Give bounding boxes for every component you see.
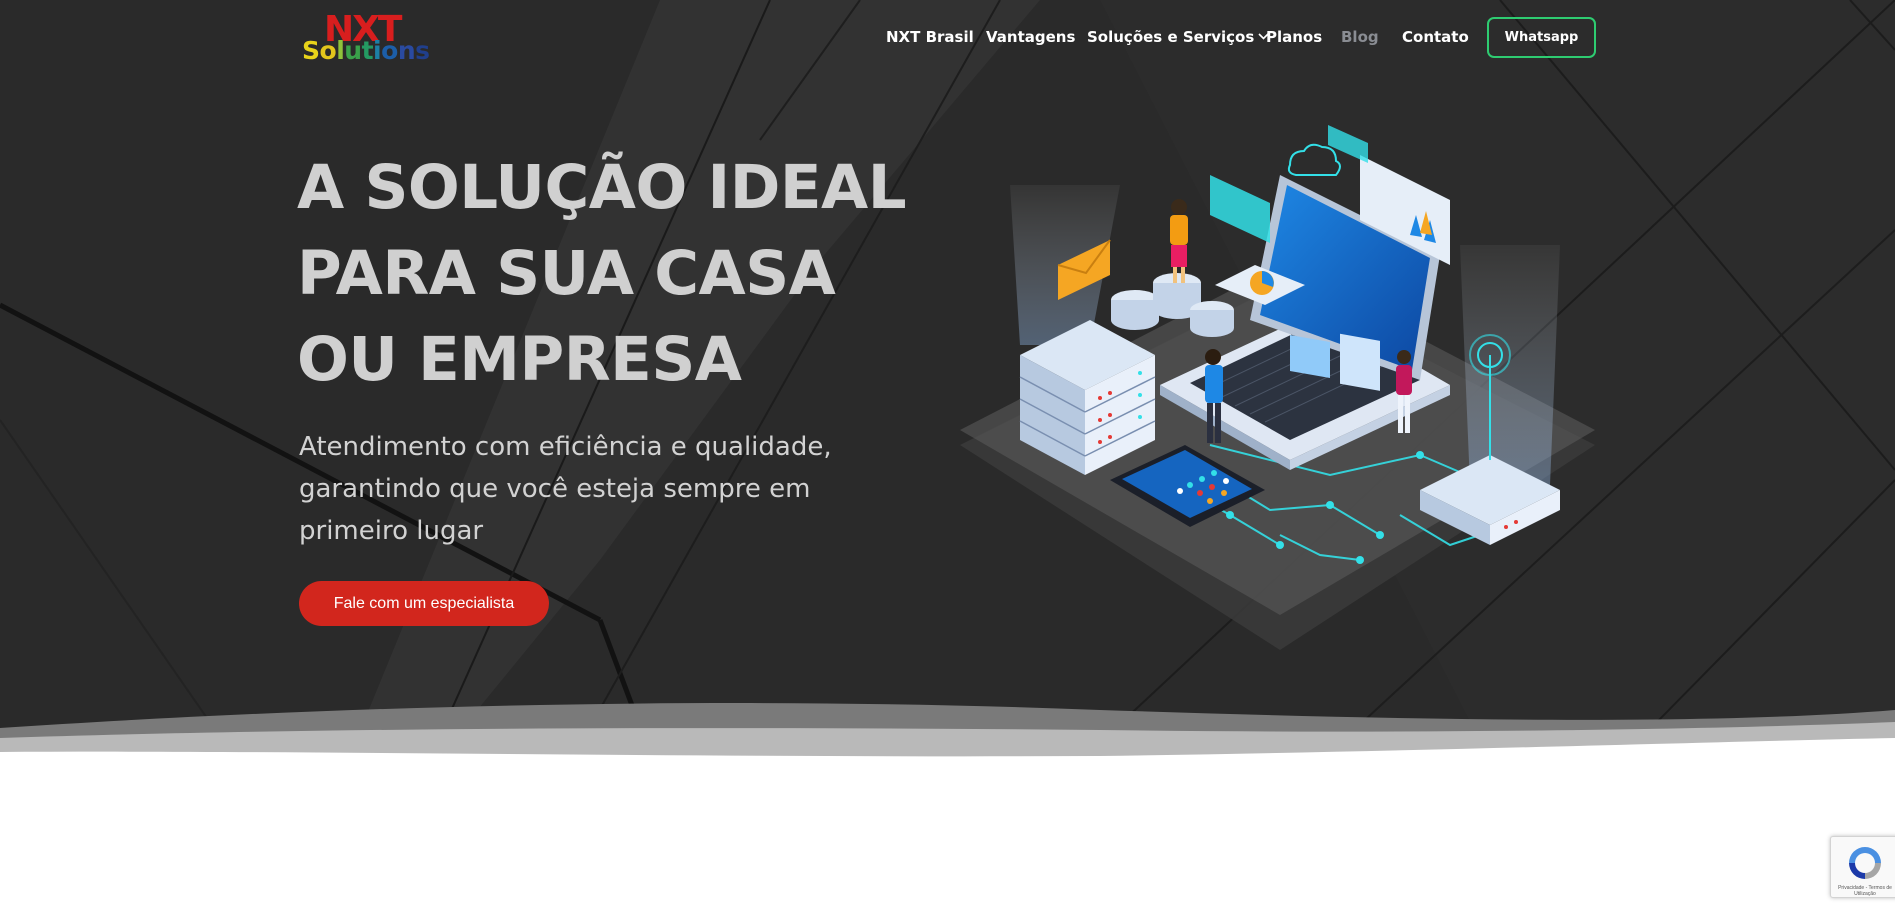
nav-item-solucoes[interactable]: Soluções e Serviços — [1087, 28, 1269, 46]
hero-bottom-wave — [0, 703, 1895, 780]
logo-letter-o: o — [319, 36, 337, 65]
recaptcha-links: Privacidade - Termos de Utilização — [1838, 885, 1892, 897]
logo-letter-S: S — [302, 36, 320, 65]
nav-item-blog[interactable]: Blog — [1341, 28, 1379, 46]
nav-item-contato[interactable]: Contato — [1402, 28, 1469, 46]
logo-letter-i: i — [373, 36, 382, 65]
hero-subtitle: Atendimento com eficiência e qualidade, … — [299, 432, 832, 546]
nav-item-planos[interactable]: Planos — [1266, 28, 1322, 46]
logo-letter-s: s — [415, 36, 430, 65]
logo-letter-t: t — [361, 36, 374, 65]
recaptcha-icon — [1849, 847, 1881, 879]
nav-item-vantagens[interactable]: Vantagens — [986, 28, 1075, 46]
logo-letter-o2: o — [381, 36, 398, 65]
recaptcha-badge[interactable]: Privacidade - Termos de Utilização — [1830, 836, 1895, 898]
cta-specialist-button[interactable]: Fale com um especialista — [299, 581, 549, 626]
logo-letter-n: n — [397, 36, 416, 65]
nav-item-solucoes-label: Soluções e Serviços — [1087, 28, 1255, 46]
logo-letter-u: u — [344, 36, 362, 65]
logo-solutions-text: Solutions — [302, 37, 430, 65]
whatsapp-button[interactable]: Whatsapp — [1487, 17, 1596, 58]
hero-section: NXT Solutions NXT Brasil Vantagens Soluç… — [0, 0, 1895, 780]
brand-logo[interactable]: NXT Solutions — [300, 10, 440, 66]
hero-headline: A SOLUÇÃO IDEAL PARA SUA CASA OU EMPRESA — [297, 152, 907, 395]
hero-background-lines — [0, 0, 1895, 780]
nav-item-nxt-brasil[interactable]: NXT Brasil — [886, 28, 974, 46]
isometric-tech-illustration — [960, 125, 1595, 650]
